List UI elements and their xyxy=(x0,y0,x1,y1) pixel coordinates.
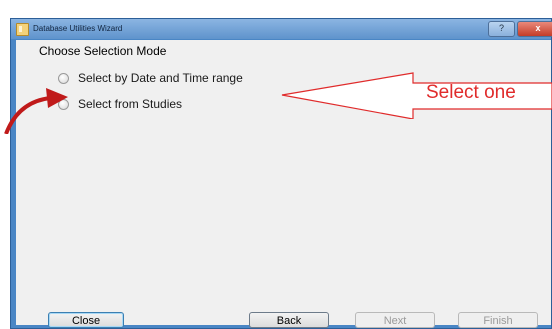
radio-button[interactable] xyxy=(58,73,69,84)
title-bar[interactable]: Database Utilities Wizard ? x xyxy=(11,19,552,39)
wizard-window: Database Utilities Wizard ? x Choose Sel… xyxy=(10,18,552,329)
back-button[interactable]: Back xyxy=(249,312,329,328)
finish-button[interactable]: Finish xyxy=(458,312,538,328)
app-icon xyxy=(16,23,29,36)
page-title: Choose Selection Mode xyxy=(39,44,167,58)
option-label[interactable]: Select by Date and Time range xyxy=(78,71,243,85)
select-one-callout: Select one xyxy=(270,71,552,120)
window-title: Database Utilities Wizard xyxy=(33,24,123,33)
option-label[interactable]: Select from Studies xyxy=(78,97,182,111)
callout-text: Select one xyxy=(426,82,516,103)
help-button[interactable]: ? xyxy=(488,21,515,37)
next-button[interactable]: Next xyxy=(355,312,435,328)
window-close-button[interactable]: x xyxy=(517,21,552,37)
curved-arrow-icon xyxy=(4,88,68,134)
close-button[interactable]: Close xyxy=(48,312,124,328)
